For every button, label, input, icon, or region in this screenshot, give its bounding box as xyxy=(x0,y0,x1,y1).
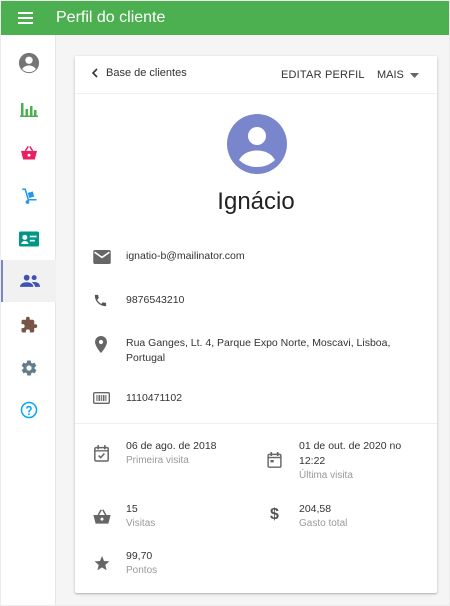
sidebar-item-contacts[interactable] xyxy=(1,218,56,260)
last-visit-value-line-2: 12:22 xyxy=(299,455,326,467)
id-card-icon xyxy=(93,392,110,404)
divider xyxy=(75,423,437,424)
last-visit-value-line-1: 01 de out. de 2020 no xyxy=(299,440,402,452)
location-pin-icon xyxy=(95,336,107,353)
app-bar: Perfil do cliente xyxy=(1,1,449,35)
settings-icon xyxy=(21,360,36,376)
address-line-1: Rua Ganges, Lt. 4, Parque Expo Norte, Mo… xyxy=(126,337,391,349)
first-visit-label: Primeira visita xyxy=(126,455,189,466)
phone-icon xyxy=(94,294,107,307)
sidebar-item-settings[interactable] xyxy=(1,347,56,389)
sidebar-item-extensions[interactable] xyxy=(1,304,56,346)
chevron-left-icon xyxy=(91,68,98,78)
caret-down-icon xyxy=(409,72,419,78)
help-icon xyxy=(20,401,37,419)
account-avatar-icon xyxy=(227,114,287,174)
calendar-check-icon xyxy=(94,445,109,462)
email-text: ignatio-b@mailinator.com xyxy=(126,250,245,262)
more-menu-button[interactable]: MAIS xyxy=(377,69,419,81)
dollar-icon: $ xyxy=(270,506,279,523)
calendar-icon xyxy=(267,452,282,468)
more-button-label: MAIS xyxy=(377,69,404,81)
sidebar-item-account[interactable] xyxy=(1,42,56,84)
star-icon xyxy=(94,556,110,571)
sidebar-item-reports[interactable] xyxy=(1,88,56,130)
id-number-text: 1110471102 xyxy=(126,392,183,404)
total-spent-label: Gasto total xyxy=(299,518,348,529)
total-spent-value: 204,58 xyxy=(299,503,332,515)
menu-icon[interactable] xyxy=(18,1,44,35)
visits-value: 15 xyxy=(126,503,138,515)
sidebar-item-delivery[interactable] xyxy=(1,175,56,217)
card-toolbar: Base de clientes EDITAR PERFIL MAIS xyxy=(75,56,437,94)
points-value: 99,70 xyxy=(126,550,153,562)
customer-avatar xyxy=(227,114,287,174)
page-title: Perfil do cliente xyxy=(56,9,166,26)
contact-card-icon xyxy=(18,231,39,247)
people-icon xyxy=(19,274,40,287)
email-icon xyxy=(93,250,111,264)
account-circle-icon xyxy=(18,52,39,74)
shopping-basket-icon xyxy=(20,146,37,160)
points-label: Pontos xyxy=(126,565,158,576)
edit-profile-button[interactable]: EDITAR PERFIL xyxy=(281,69,365,81)
app-frame: Perfil do cliente Base de clientes EDITA… xyxy=(1,1,449,605)
puzzle-icon xyxy=(21,316,37,333)
back-to-customers-button[interactable]: Base de clientes xyxy=(91,67,187,79)
customer-profile-card: Base de clientes EDITAR PERFIL MAIS Igná… xyxy=(75,56,437,593)
last-visit-label: Última visita xyxy=(299,470,353,481)
first-visit-value: 06 de ago. de 2018 xyxy=(126,440,217,452)
address-line-2: Portugal xyxy=(126,352,166,364)
visits-label: Visitas xyxy=(126,518,156,529)
customer-name: Ignácio xyxy=(217,188,295,215)
sidebar-item-sales[interactable] xyxy=(1,132,56,174)
sidebar-item-help[interactable] xyxy=(1,389,56,431)
sidebar xyxy=(1,35,56,605)
bar-chart-icon xyxy=(19,103,38,117)
shopping-basket-icon xyxy=(93,509,111,524)
back-button-label: Base de clientes xyxy=(106,67,187,79)
sidebar-item-customers[interactable] xyxy=(1,260,56,302)
hand-truck-icon xyxy=(21,188,36,204)
phone-text: 9876543210 xyxy=(126,294,185,306)
